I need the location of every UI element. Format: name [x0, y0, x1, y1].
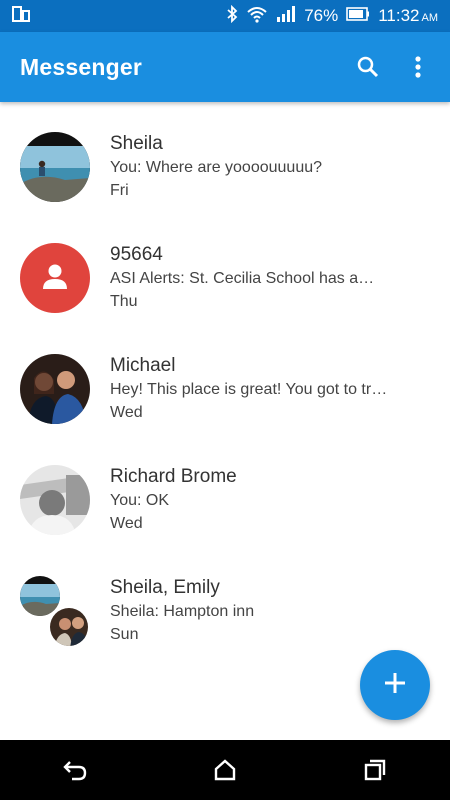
- search-icon[interactable]: [354, 53, 382, 81]
- avatar: [20, 465, 90, 535]
- app-title: Messenger: [20, 53, 142, 80]
- avatar: [20, 354, 90, 424]
- app-bar: Messenger: [0, 32, 450, 102]
- person-icon: [40, 261, 70, 296]
- contact-name: Richard Brome: [110, 466, 237, 487]
- avatar: [20, 132, 90, 202]
- message-snippet: ASI Alerts: St. Cecilia School has a…: [110, 270, 375, 287]
- battery-percent: 76%: [304, 6, 339, 25]
- conversation-row[interactable]: Sheila You: Where are yoooouuuuu? Fri: [0, 102, 450, 213]
- message-snippet: You: Where are yoooouuuuu?: [110, 159, 323, 176]
- plus-icon: [383, 671, 407, 700]
- bluetooth-icon: [226, 4, 238, 28]
- message-date: Thu: [110, 293, 138, 310]
- message-date: Wed: [110, 404, 143, 421]
- avatar: [20, 243, 90, 313]
- battery-icon: [346, 6, 370, 26]
- message-date: Sun: [110, 626, 139, 643]
- group-avatar: [20, 576, 92, 648]
- message-snippet: You: OK: [110, 492, 170, 509]
- conversation-row[interactable]: Michael Hey! This place is great! You go…: [0, 324, 450, 435]
- contact-name: Sheila: [110, 133, 163, 154]
- avatar: [20, 576, 60, 616]
- message-snippet: Sheila: Hampton inn: [110, 603, 255, 620]
- message-date: Fri: [110, 182, 129, 199]
- conversation-row[interactable]: Sheila, Emily Sheila: Hampton inn Sun: [0, 546, 450, 657]
- contact-name: 95664: [110, 244, 163, 265]
- new-conversation-button[interactable]: [360, 650, 430, 720]
- conversation-list: Sheila You: Where are yoooouuuuu? Fri 95…: [0, 102, 450, 657]
- home-icon[interactable]: [195, 740, 255, 800]
- wifi-icon: [246, 5, 268, 28]
- avatar: [48, 606, 90, 648]
- conversation-row[interactable]: 95664 ASI Alerts: St. Cecilia School has…: [0, 213, 450, 324]
- conversation-row[interactable]: Richard Brome You: OK Wed: [0, 435, 450, 546]
- recents-icon[interactable]: [345, 740, 405, 800]
- message-snippet: Hey! This place is great! You got to tr…: [110, 381, 388, 398]
- signal-icon: [276, 5, 296, 27]
- message-date: Wed: [110, 515, 143, 532]
- nav-bar: [0, 740, 450, 800]
- screen-icon: [12, 5, 30, 27]
- clock-ampm: AM: [421, 12, 439, 24]
- clock: 11:32: [378, 6, 420, 25]
- more-vert-icon[interactable]: [404, 53, 432, 81]
- status-bar: 76% 11:32 AM: [0, 0, 450, 32]
- back-icon[interactable]: [45, 740, 105, 800]
- contact-name: Sheila, Emily: [110, 577, 220, 598]
- contact-name: Michael: [110, 355, 176, 376]
